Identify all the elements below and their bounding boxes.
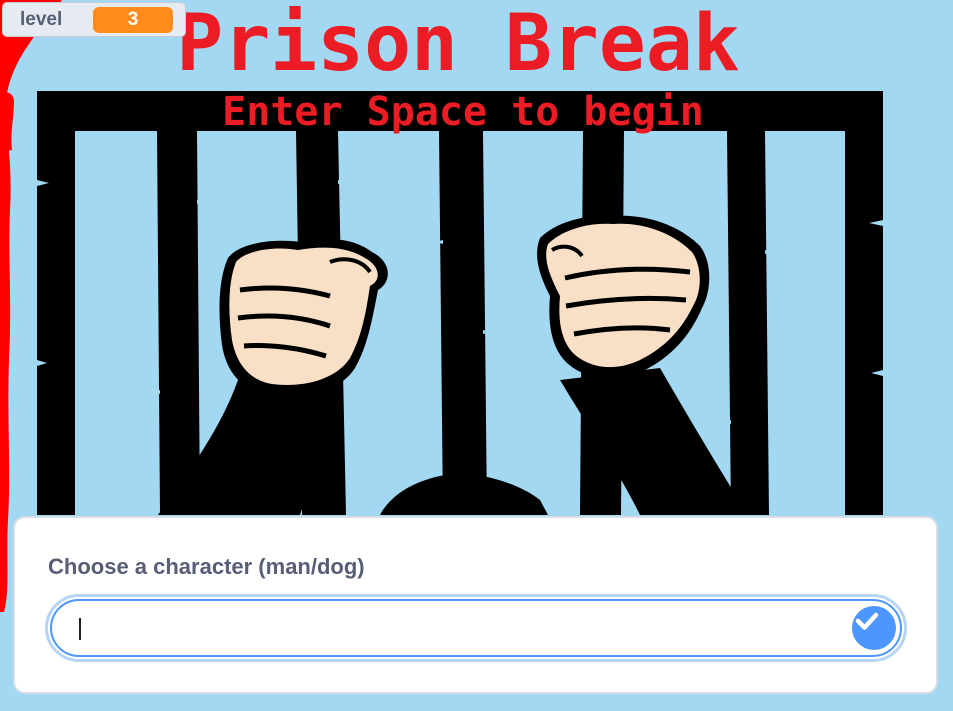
- answer-input[interactable]: [50, 599, 902, 657]
- prison-bar-3: [439, 131, 487, 515]
- ask-input-focus-ring: [45, 594, 907, 662]
- variable-value: 3: [93, 7, 173, 33]
- variable-name: level: [20, 8, 63, 30]
- game-title: Prison Break: [176, 0, 740, 89]
- text-cursor: [79, 618, 81, 640]
- ask-prompt-box: Choose a character (man/dog): [13, 516, 938, 694]
- prison-frame-right: [845, 91, 883, 515]
- prison-bar-1: [157, 131, 200, 515]
- prison-bar-5: [727, 131, 769, 515]
- ask-question: Choose a character (man/dog): [48, 554, 365, 579]
- prison-frame-left: [37, 91, 75, 515]
- submit-answer-button[interactable]: [852, 606, 896, 650]
- level-variable-monitor: level 3: [2, 2, 186, 37]
- right-fist: [537, 215, 710, 379]
- prisoner-head: [380, 473, 548, 515]
- game-stage[interactable]: Prison Break Enter Space to begin level …: [0, 0, 953, 711]
- left-fist: [219, 239, 388, 398]
- game-subtitle: Enter Space to begin: [222, 89, 704, 135]
- check-icon: [855, 612, 879, 630]
